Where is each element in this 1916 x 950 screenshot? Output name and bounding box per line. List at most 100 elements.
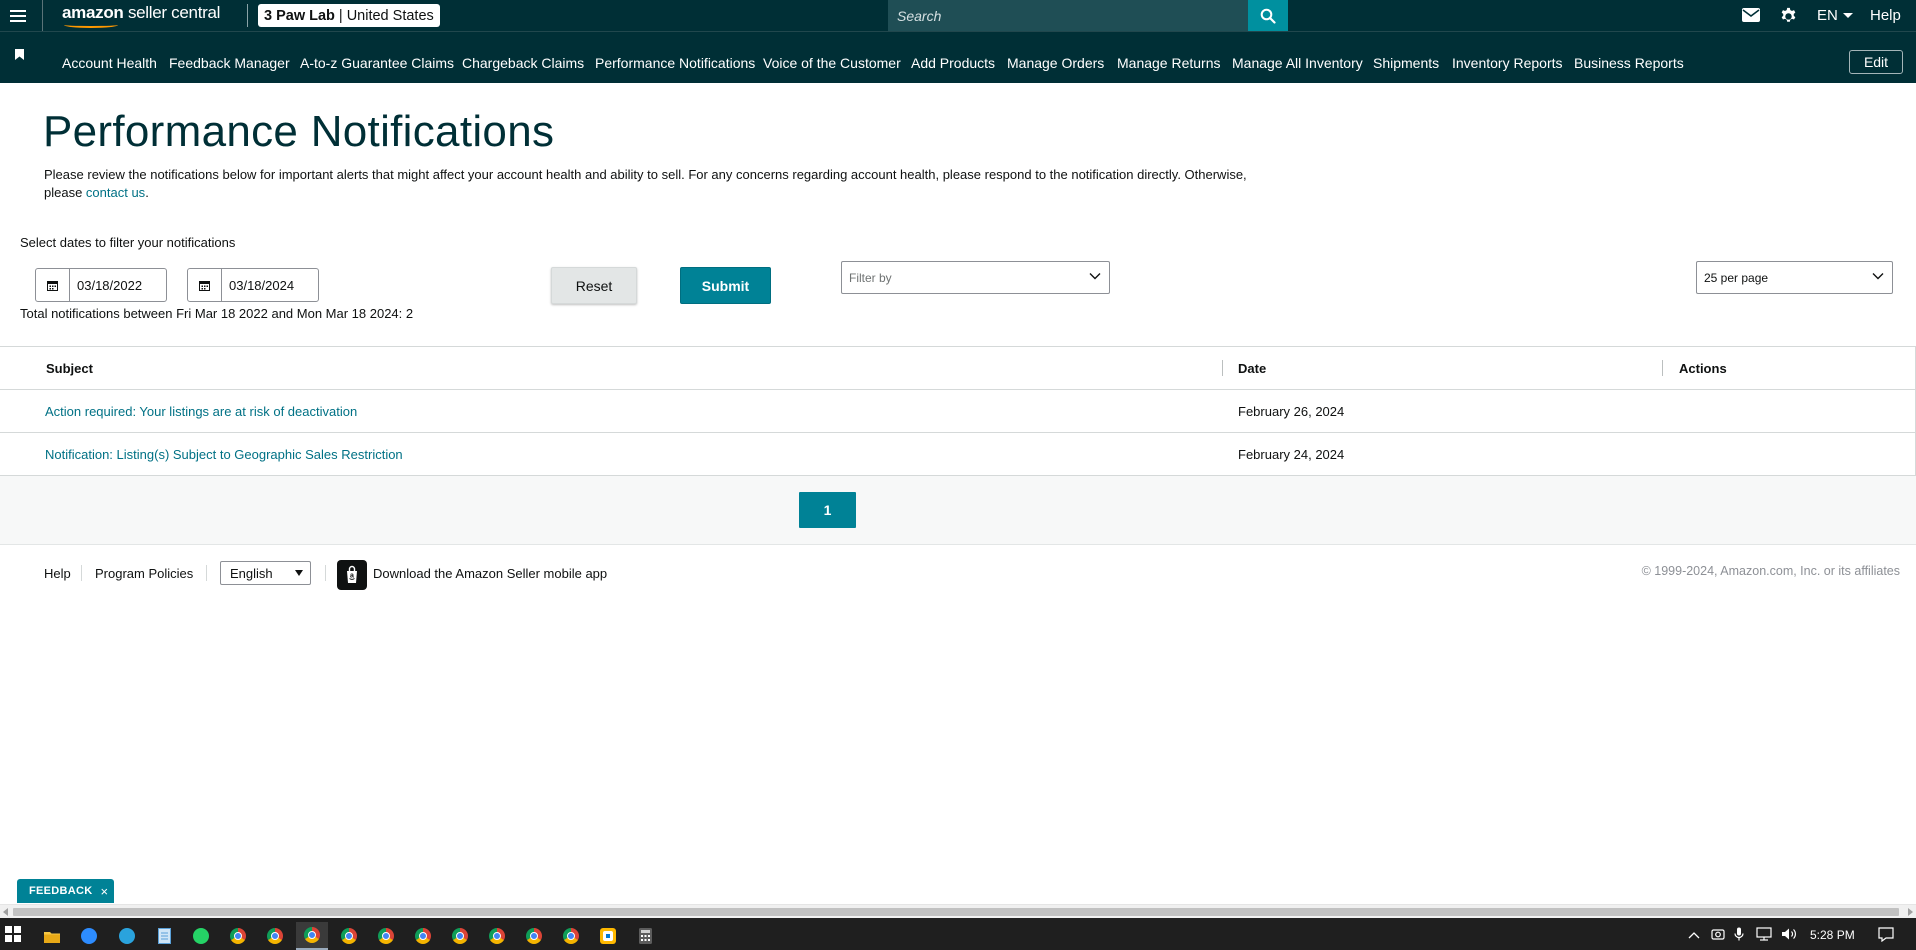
per-page-select[interactable]: 25 per page	[1696, 261, 1893, 294]
page-button-current[interactable]: 1	[799, 492, 856, 528]
hamburger-menu-icon[interactable]	[10, 7, 28, 23]
calendar-icon[interactable]	[36, 269, 70, 301]
download-app-link[interactable]: Download the Amazon Seller mobile app	[373, 566, 607, 581]
chrome-app-icon[interactable]	[259, 922, 291, 950]
total-notifications-text: Total notifications between Fri Mar 18 2…	[20, 306, 414, 321]
program-policies-link[interactable]: Program Policies	[95, 566, 193, 581]
network-icon[interactable]	[1756, 927, 1772, 946]
volume-icon[interactable]	[1781, 927, 1797, 946]
horizontal-scrollbar[interactable]	[0, 904, 1916, 918]
table-row: Action required: Your listings are at ri…	[0, 390, 1916, 433]
chrome-app-icon[interactable]	[481, 922, 513, 950]
logo-brand: amazon	[62, 3, 124, 22]
notifications-icon[interactable]	[1878, 927, 1894, 947]
chrome-app-icon[interactable]	[407, 922, 439, 950]
per-page-value: 25 per page	[1704, 270, 1769, 285]
submit-button[interactable]: Submit	[680, 267, 771, 304]
chrome-app-icon[interactable]	[222, 922, 254, 950]
file-explorer-icon[interactable]	[36, 922, 68, 950]
scrollbar-thumb[interactable]	[13, 908, 1899, 916]
svg-text:a: a	[350, 573, 354, 580]
date-column-header[interactable]: Date	[1238, 361, 1266, 376]
remote-app-icon[interactable]	[592, 922, 624, 950]
end-date-field	[187, 268, 319, 302]
nav-performance-notifications[interactable]: Performance Notifications	[595, 55, 755, 71]
calculator-app-icon[interactable]	[629, 922, 661, 950]
nav-a-to-z-claims[interactable]: A-to-z Guarantee Claims	[300, 55, 454, 71]
feedback-label: FEEDBACK	[29, 885, 93, 897]
search-button[interactable]	[1248, 0, 1288, 32]
bookmark-icon[interactable]	[15, 47, 24, 65]
divider	[247, 4, 248, 27]
nav-manage-orders[interactable]: Manage Orders	[1007, 55, 1104, 71]
notification-subject-link[interactable]: Notification: Listing(s) Subject to Geog…	[45, 447, 403, 462]
nav-inventory-reports[interactable]: Inventory Reports	[1452, 55, 1563, 71]
telegram-app-icon[interactable]	[111, 922, 143, 950]
windows-start-icon[interactable]	[5, 926, 21, 942]
edit-nav-button[interactable]: Edit	[1849, 50, 1903, 74]
chrome-app-icon[interactable]	[333, 922, 365, 950]
zoom-app-icon[interactable]	[73, 922, 105, 950]
nav-shipments[interactable]: Shipments	[1373, 55, 1439, 71]
seller-central-logo[interactable]: amazon seller central	[62, 3, 221, 28]
intro-text: Please review the notifications below fo…	[44, 166, 1284, 202]
nav-add-products[interactable]: Add Products	[911, 55, 995, 71]
intro-end: .	[145, 185, 149, 200]
chevron-down-icon	[1872, 273, 1884, 280]
end-date-input[interactable]	[222, 269, 318, 301]
store-switcher[interactable]: 3 Paw Lab | United States	[258, 4, 440, 27]
mail-icon[interactable]	[1742, 8, 1760, 22]
column-divider	[1222, 360, 1223, 376]
start-date-input[interactable]	[70, 269, 166, 301]
logo-product: seller central	[127, 3, 221, 22]
search-input[interactable]	[888, 0, 1248, 32]
notification-date: February 24, 2024	[1238, 447, 1345, 462]
tray-chevron-up-icon[interactable]	[1688, 927, 1700, 945]
table-header: Subject Date Actions	[0, 347, 1916, 390]
chevron-down-icon	[1089, 273, 1101, 280]
amazon-seller-app-icon[interactable]: a	[337, 560, 367, 590]
chrome-app-icon[interactable]	[444, 922, 476, 950]
chevron-down-icon	[1842, 13, 1853, 18]
nav-manage-returns[interactable]: Manage Returns	[1117, 55, 1221, 71]
chrome-app-icon[interactable]	[370, 922, 402, 950]
close-icon[interactable]: ×	[101, 884, 109, 899]
whatsapp-app-icon[interactable]	[185, 922, 217, 950]
notification-subject-link[interactable]: Action required: Your listings are at ri…	[45, 404, 357, 419]
footer: Help Program Policies English a Download…	[0, 546, 1916, 606]
nav-feedback-manager[interactable]: Feedback Manager	[169, 55, 290, 71]
language-selector[interactable]: EN	[1817, 7, 1853, 24]
microphone-icon[interactable]	[1734, 927, 1744, 946]
windows-taskbar: 5:28 PM	[0, 918, 1916, 950]
chrome-app-icon[interactable]	[555, 922, 587, 950]
nav-voice-of-customer[interactable]: Voice of the Customer	[763, 55, 901, 71]
chrome-app-icon[interactable]	[296, 922, 328, 950]
feedback-tab[interactable]: FEEDBACK ×	[17, 879, 115, 903]
nav-chargeback-claims[interactable]: Chargeback Claims	[462, 55, 584, 71]
scroll-left-arrow-icon[interactable]	[3, 908, 8, 916]
divider	[325, 565, 326, 581]
scroll-right-arrow-icon[interactable]	[1908, 908, 1913, 916]
notepad-app-icon[interactable]	[148, 922, 180, 950]
nav-business-reports[interactable]: Business Reports	[1574, 55, 1684, 71]
help-link[interactable]: Help	[1870, 7, 1901, 24]
footer-language-select[interactable]: English	[220, 561, 311, 585]
contact-us-link[interactable]: contact us	[86, 185, 145, 200]
table-row: Notification: Listing(s) Subject to Geog…	[0, 433, 1916, 476]
subject-column-header[interactable]: Subject	[46, 361, 93, 376]
camera-icon[interactable]	[1711, 927, 1725, 946]
store-separator: |	[338, 7, 343, 24]
date-filter-label: Select dates to filter your notification…	[20, 235, 236, 250]
divider	[206, 565, 207, 581]
language-label: EN	[1817, 7, 1838, 24]
calendar-icon[interactable]	[188, 269, 222, 301]
gear-icon[interactable]	[1779, 6, 1798, 25]
nav-manage-inventory[interactable]: Manage All Inventory	[1232, 55, 1363, 71]
footer-help-link[interactable]: Help	[44, 566, 71, 581]
page-title: Performance Notifications	[43, 107, 555, 156]
nav-account-health[interactable]: Account Health	[62, 55, 157, 71]
chrome-app-icon[interactable]	[518, 922, 550, 950]
filter-by-select[interactable]: Filter by	[841, 261, 1110, 294]
system-clock[interactable]: 5:28 PM	[1810, 928, 1855, 942]
reset-button[interactable]: Reset	[551, 267, 637, 304]
